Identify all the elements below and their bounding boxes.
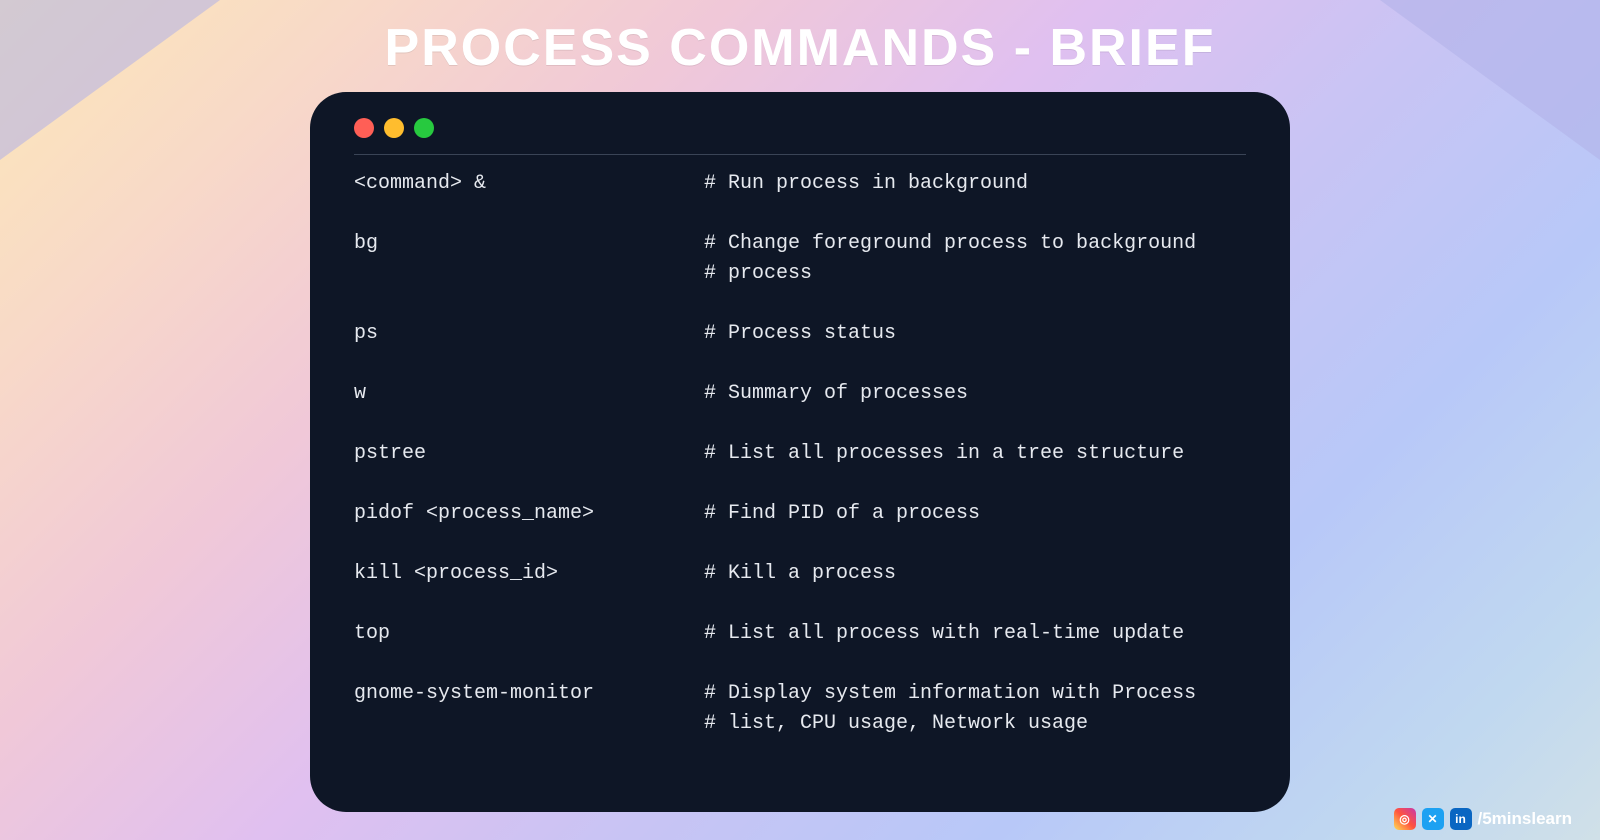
close-icon[interactable] xyxy=(354,118,374,138)
command-text: pidof <process_name> xyxy=(354,499,704,529)
instagram-icon[interactable]: ◎ xyxy=(1394,808,1416,830)
command-description: # List all process with real-time update xyxy=(704,619,1246,649)
command-row: ps# Process status xyxy=(354,319,1246,349)
command-row: pidof <process_name># Find PID of a proc… xyxy=(354,499,1246,529)
command-text: kill <process_id> xyxy=(354,559,704,589)
command-row: top# List all process with real-time upd… xyxy=(354,619,1246,649)
footer-handle: /5minslearn xyxy=(1478,809,1573,829)
twitter-icon[interactable]: ✕ xyxy=(1422,808,1444,830)
command-text: pstree xyxy=(354,439,704,469)
command-description: # Change foreground process to backgroun… xyxy=(704,229,1246,289)
minimize-icon[interactable] xyxy=(384,118,404,138)
footer-credits: ◎ ✕ in /5minslearn xyxy=(1394,808,1573,830)
command-description: # Process status xyxy=(704,319,1246,349)
linkedin-icon[interactable]: in xyxy=(1450,808,1472,830)
page-title: PROCESS COMMANDS - BRIEF xyxy=(0,18,1600,78)
divider xyxy=(354,154,1246,155)
command-row: gnome-system-monitor# Display system inf… xyxy=(354,679,1246,739)
window-controls xyxy=(354,118,1246,154)
maximize-icon[interactable] xyxy=(414,118,434,138)
command-text: w xyxy=(354,379,704,409)
terminal-content: <command> &# Run process in backgroundbg… xyxy=(354,169,1246,739)
command-text: bg xyxy=(354,229,704,289)
command-text: ps xyxy=(354,319,704,349)
command-description: # Find PID of a process xyxy=(704,499,1246,529)
command-description: # List all processes in a tree structure xyxy=(704,439,1246,469)
command-text: <command> & xyxy=(354,169,704,199)
command-row: bg# Change foreground process to backgro… xyxy=(354,229,1246,289)
command-description: # Display system information with Proces… xyxy=(704,679,1246,739)
command-row: <command> &# Run process in background xyxy=(354,169,1246,199)
command-row: pstree# List all processes in a tree str… xyxy=(354,439,1246,469)
command-row: w# Summary of processes xyxy=(354,379,1246,409)
command-description: # Run process in background xyxy=(704,169,1246,199)
command-description: # Summary of processes xyxy=(704,379,1246,409)
terminal-window: <command> &# Run process in backgroundbg… xyxy=(310,92,1290,812)
command-text: gnome-system-monitor xyxy=(354,679,704,739)
command-row: kill <process_id># Kill a process xyxy=(354,559,1246,589)
command-text: top xyxy=(354,619,704,649)
command-description: # Kill a process xyxy=(704,559,1246,589)
